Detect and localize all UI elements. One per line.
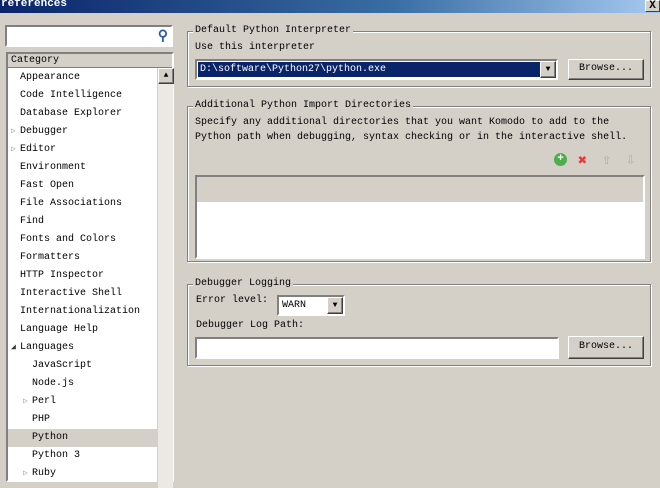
add-icon[interactable]: +	[554, 153, 567, 166]
category-item-label: PHP	[32, 414, 51, 425]
category-item-javascript[interactable]: JavaScript	[8, 357, 157, 375]
category-item-debugger[interactable]: ▷ Debugger	[8, 123, 157, 141]
category-item-label: File Associations	[20, 198, 123, 209]
default-interpreter-group: Default Python Interpreter Use this inte…	[187, 25, 651, 87]
category-item-http-inspector[interactable]: HTTP Inspector	[8, 267, 157, 285]
category-item-appearance[interactable]: Appearance	[8, 69, 157, 87]
collapsed-triangle-icon[interactable]: ▷	[11, 141, 20, 159]
category-item-label: Languages	[20, 342, 75, 353]
category-item-label: Fonts and Colors	[20, 234, 117, 245]
category-item-perl[interactable]: ▷ Perl	[8, 393, 157, 411]
expanded-triangle-icon[interactable]: ◢	[11, 339, 20, 357]
close-button[interactable]: X	[645, 0, 660, 12]
category-item-ruby[interactable]: ▷ Ruby	[8, 465, 157, 483]
import-directories-list[interactable]	[195, 175, 645, 259]
interpreter-label: Use this interpreter	[195, 42, 316, 53]
list-header-row	[197, 177, 643, 202]
category-tree[interactable]: Category Appearance Code Intelligence Data…	[6, 52, 174, 488]
category-item-label: Interactive Shell	[20, 288, 123, 299]
category-item-find[interactable]: Find	[8, 213, 157, 231]
category-item-python-3[interactable]: Python 3	[8, 447, 157, 465]
category-item-label: Find	[20, 216, 45, 227]
delete-icon[interactable]: ✖	[578, 151, 587, 170]
category-item-interactive-shell[interactable]: Interactive Shell	[8, 285, 157, 303]
chevron-down-icon[interactable]: ▼	[327, 297, 343, 314]
category-item-php[interactable]: PHP	[8, 411, 157, 429]
category-item-label: Python	[32, 432, 69, 443]
scroll-up-arrow-icon[interactable]: ▲	[158, 68, 174, 84]
category-item-languages[interactable]: ◢ Languages	[8, 339, 157, 357]
interpreter-select[interactable]: D:\software\Python27\python.exe ▼	[195, 59, 558, 80]
category-item-language-help[interactable]: Language Help	[8, 321, 157, 339]
category-item-python[interactable]: Python	[8, 429, 157, 447]
category-item-environment[interactable]: Environment	[8, 159, 157, 177]
error-level-label: Error level:	[196, 295, 269, 306]
category-item-label: Fast Open	[20, 180, 75, 191]
move-down-icon[interactable]: ⇩	[626, 150, 635, 169]
browse-log-path-button[interactable]: Browse...	[568, 336, 644, 359]
category-item-label: Debugger	[20, 126, 69, 137]
error-level-select[interactable]: WARN ▼	[277, 295, 345, 316]
group-title: Additional Python Import Directories	[193, 100, 414, 112]
category-item-label: Language Help	[20, 324, 99, 335]
category-item-label: JavaScript	[32, 360, 93, 371]
category-header[interactable]: Category	[8, 54, 172, 68]
category-item-label: Node.js	[32, 378, 75, 389]
description-line: Python path when debugging, syntax check…	[195, 132, 628, 143]
vertical-scrollbar[interactable]: ▲	[157, 68, 174, 488]
import-directories-group: Additional Python Import Directories Spe…	[187, 100, 651, 262]
category-item-node-js[interactable]: Node.js	[8, 375, 157, 393]
debugger-logging-group: Debugger Logging Error level: WARN ▼ Deb…	[187, 278, 651, 366]
log-path-label: Debugger Log Path:	[196, 320, 305, 331]
move-up-icon[interactable]: ⇧	[602, 150, 611, 169]
category-item-code-intelligence[interactable]: Code Intelligence	[8, 87, 157, 105]
window-title: references	[0, 0, 660, 13]
category-item-label: Code Intelligence	[20, 90, 123, 101]
search-icon[interactable]: ⚲	[158, 28, 168, 45]
collapsed-triangle-icon[interactable]: ▷	[11, 123, 20, 141]
group-title: Default Python Interpreter	[193, 25, 354, 37]
category-item-label: Environment	[20, 162, 87, 173]
category-item-label: HTTP Inspector	[20, 270, 105, 281]
category-item-database-explorer[interactable]: Database Explorer	[8, 105, 157, 123]
log-path-input[interactable]	[195, 337, 559, 359]
group-title: Debugger Logging	[193, 278, 294, 290]
category-item-label: Python 3	[32, 450, 81, 461]
category-item-label: Internationalization	[20, 306, 141, 317]
category-item-fast-open[interactable]: Fast Open	[8, 177, 157, 195]
category-item-internationalization[interactable]: Internationalization	[8, 303, 157, 321]
category-item-label: Perl	[32, 396, 57, 407]
error-level-value: WARN	[282, 300, 307, 311]
collapsed-triangle-icon[interactable]: ▷	[23, 465, 32, 483]
description-line: Specify any additional directories that …	[195, 117, 610, 128]
category-item-file-associations[interactable]: File Associations	[8, 195, 157, 213]
category-item-label: Formatters	[20, 252, 81, 263]
category-item-label: Ruby	[32, 468, 57, 479]
chevron-down-icon[interactable]: ▼	[540, 61, 556, 78]
category-item-formatters[interactable]: Formatters	[8, 249, 157, 267]
category-item-label: Database Explorer	[20, 108, 123, 119]
category-item-editor[interactable]: ▷ Editor	[8, 141, 157, 159]
collapsed-triangle-icon[interactable]: ▷	[23, 393, 32, 411]
category-item-label: Editor	[20, 144, 57, 155]
category-item-label: Appearance	[20, 72, 81, 83]
category-item-fonts-and-colors[interactable]: Fonts and Colors	[8, 231, 157, 249]
search-field[interactable]: ⚲	[5, 25, 173, 47]
browse-interpreter-button[interactable]: Browse...	[568, 59, 644, 80]
interpreter-value: D:\software\Python27\python.exe	[198, 62, 540, 77]
